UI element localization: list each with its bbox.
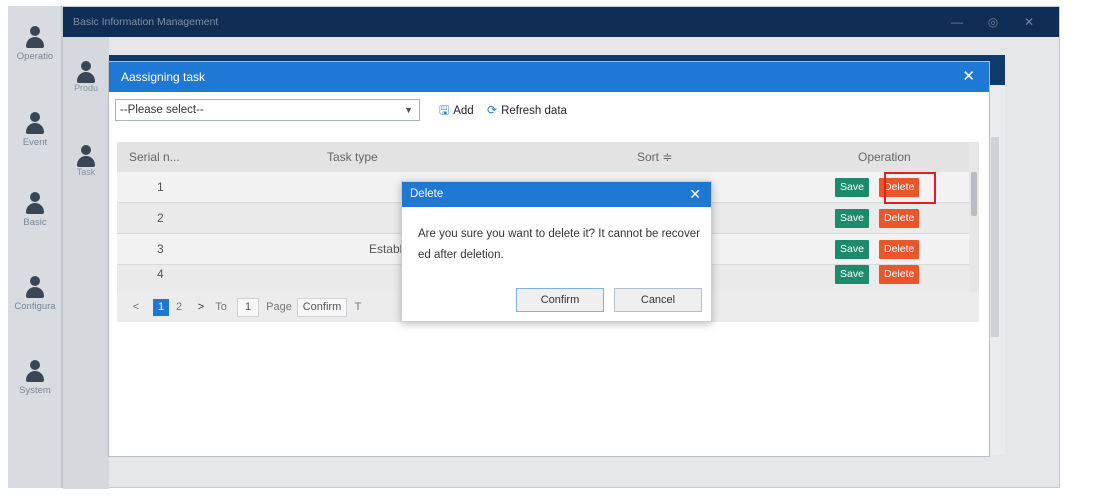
- dialog-title-bar: Delete ✕: [402, 182, 711, 207]
- delete-button[interactable]: Delete: [879, 265, 920, 284]
- refresh-data-button[interactable]: ⟳ Refresh data: [487, 100, 567, 120]
- pager-trailing-text: T: [354, 301, 362, 313]
- screen: Operatio Event Basic Configura System Ba…: [0, 0, 1108, 499]
- cell-serial: 4: [157, 267, 164, 281]
- table-scrollbar[interactable]: [969, 142, 979, 292]
- toolbar: --Please select-- ▼ 🖫 Add ⟳ Refresh data: [109, 92, 989, 128]
- task-select[interactable]: --Please select-- ▼: [115, 99, 420, 121]
- page-number-input[interactable]: 1: [237, 298, 259, 317]
- task-select-value: --Please select--: [120, 104, 204, 116]
- dialog-message: Are you sure you want to delete it? It c…: [418, 228, 700, 261]
- delete-highlight-box: [884, 172, 936, 204]
- save-button[interactable]: Save: [835, 178, 869, 197]
- page-button-2[interactable]: 2: [173, 299, 185, 316]
- cell-serial: 2: [157, 211, 164, 225]
- save-button[interactable]: Save: [835, 240, 869, 259]
- scrollbar-thumb[interactable]: [971, 172, 977, 216]
- column-header-sort[interactable]: Sort ≑: [637, 142, 672, 172]
- delete-confirm-dialog: Delete ✕ Are you sure you want to delete…: [401, 181, 712, 322]
- chevron-down-icon: ▼: [404, 105, 413, 115]
- close-icon[interactable]: ✕: [689, 182, 701, 207]
- dialog-title: Delete: [410, 188, 444, 200]
- save-disk-icon: 🖫: [439, 103, 450, 117]
- add-button-label: Add: [453, 105, 474, 117]
- goto-label: To: [215, 301, 227, 313]
- add-button[interactable]: 🖫 Add: [439, 100, 474, 120]
- dialog-title: Aassigning task: [121, 70, 206, 84]
- cell-serial: 1: [157, 180, 164, 194]
- delete-button[interactable]: Delete: [879, 240, 920, 259]
- save-button[interactable]: Save: [835, 265, 869, 284]
- next-page-icon[interactable]: >: [195, 299, 207, 316]
- prev-page-icon[interactable]: <: [131, 299, 141, 316]
- column-header-operation: Operation: [858, 150, 911, 164]
- column-header-task-type[interactable]: Task type: [327, 142, 378, 172]
- dialog-title-bar: Aassigning task ✕: [109, 62, 989, 92]
- confirm-button[interactable]: Confirm: [516, 288, 604, 312]
- close-icon[interactable]: ✕: [962, 62, 975, 92]
- delete-button[interactable]: Delete: [879, 209, 920, 228]
- refresh-icon: ⟳: [487, 103, 498, 117]
- save-button[interactable]: Save: [835, 209, 869, 228]
- refresh-button-label: Refresh data: [501, 105, 567, 117]
- page-button-1[interactable]: 1: [153, 299, 169, 316]
- page-label: Page: [266, 301, 292, 313]
- pager-confirm-button[interactable]: Confirm: [297, 298, 347, 317]
- cancel-button[interactable]: Cancel: [614, 288, 702, 312]
- table-header: Serial n... Task type Sort ≑ Operation: [117, 142, 969, 172]
- column-header-serial[interactable]: Serial n...: [129, 142, 180, 172]
